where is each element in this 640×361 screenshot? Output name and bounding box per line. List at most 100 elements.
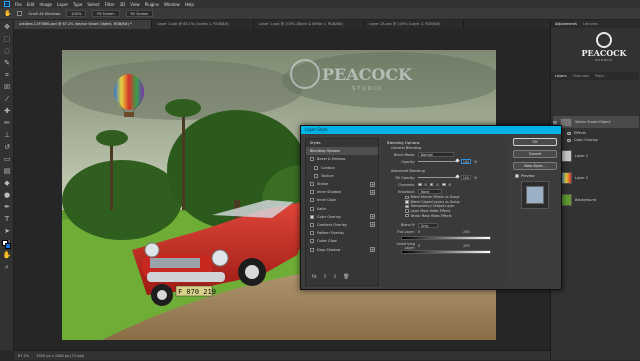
blend-if-select[interactable]: Gray [418, 222, 438, 228]
preview-toggle[interactable]: Preview [515, 174, 559, 178]
ok-button[interactable]: OK [513, 138, 557, 146]
layer-background[interactable]: Background [553, 192, 639, 208]
menu-image[interactable]: Image [39, 2, 52, 7]
blend-mode-select[interactable]: Normal [418, 152, 454, 157]
menu-3d[interactable]: 3D [120, 2, 126, 7]
add-gradient-overlay-icon[interactable]: + [370, 222, 375, 228]
quick-select-tool-icon[interactable]: ✎ [2, 58, 12, 68]
option-checkbox[interactable] [405, 204, 409, 209]
gradient-tool-icon[interactable]: ▤ [2, 166, 12, 176]
add-inner-shadow-icon[interactable]: + [370, 189, 375, 195]
option-checkbox[interactable] [405, 213, 409, 218]
zoom-100-button[interactable]: 100% [66, 10, 87, 17]
opacity-input[interactable]: 100 [461, 159, 471, 164]
style-checkbox[interactable] [310, 198, 314, 203]
underlying-layer-gradient-slider[interactable] [401, 249, 491, 254]
option-checkbox[interactable] [405, 209, 409, 213]
layer-vector-smart-object[interactable]: Vector Smart Object [553, 116, 639, 128]
style-blending-options[interactable]: Blending Options [306, 147, 378, 156]
style-checkbox[interactable] [310, 214, 314, 219]
status-zoom[interactable]: 67.2% [18, 354, 29, 358]
menu-plugins[interactable]: Plugins [145, 2, 159, 7]
menu-edit[interactable]: Edit [27, 2, 35, 7]
style-gradient-overlay[interactable]: Gradient Overlay + [306, 221, 378, 229]
layer-color-overlay[interactable]: Color Overlay [553, 138, 639, 142]
layer-2[interactable]: Layer 2 [553, 170, 639, 186]
style-inner-glow[interactable]: Inner Glow [306, 196, 378, 204]
style-drop-shadow[interactable]: Drop Shadow + [306, 245, 378, 253]
scroll-all-checkbox[interactable] [17, 11, 23, 16]
tab-document-1[interactable]: untitled-1197860.psd @ 67.2% (Vector Sma… [14, 20, 152, 29]
slider-handle[interactable] [455, 174, 460, 179]
fill-screen-button[interactable]: Fill Screen [125, 10, 154, 17]
tab-document-4[interactable]: Layer 23.psb @ 100% (Layer 2, RGB/8#) [364, 20, 464, 29]
menu-help[interactable]: Help [185, 2, 194, 7]
style-checkbox[interactable] [310, 239, 314, 244]
fill-opacity-input[interactable]: 100 [461, 175, 471, 180]
trash-icon[interactable]: 🗑 [343, 274, 349, 280]
slider-handle[interactable] [455, 158, 460, 163]
style-checkbox[interactable] [310, 231, 314, 236]
style-pattern-overlay[interactable]: Pattern Overlay [306, 229, 378, 237]
path-select-tool-icon[interactable]: ➤ [2, 226, 12, 236]
fill-opacity-slider[interactable] [418, 174, 460, 179]
style-checkbox[interactable] [310, 157, 314, 162]
hand-tool-icon[interactable]: ✋ [2, 250, 12, 260]
menu-window[interactable]: Window [164, 2, 180, 7]
frame-tool-icon[interactable]: ☒ [2, 82, 12, 92]
clone-stamp-tool-icon[interactable]: ⊥ [2, 130, 12, 140]
option-checkbox[interactable] [405, 200, 409, 204]
channel-r-checkbox[interactable] [418, 182, 422, 187]
layer-name[interactable]: Background [575, 198, 596, 202]
tab-layers[interactable]: Layers [555, 72, 567, 80]
preview-checkbox[interactable] [515, 174, 519, 178]
option-checkbox[interactable] [405, 195, 409, 200]
option-vector-mask-hides[interactable]: Vector Mask Hides Effects [405, 213, 507, 218]
style-outer-glow[interactable]: Outer Glow [306, 237, 378, 245]
style-color-overlay[interactable]: Color Overlay + [306, 213, 378, 221]
tab-channels[interactable]: Channels [573, 72, 589, 80]
tab-document-3[interactable]: Layer 1.psb @ 100% (Black & White 1, RGB… [254, 20, 364, 29]
move-up-icon[interactable]: ⇧ [323, 274, 327, 280]
menu-select[interactable]: Select [87, 2, 99, 7]
fit-screen-button[interactable]: Fit Screen [92, 10, 120, 17]
style-checkbox[interactable] [310, 247, 314, 252]
tab-document-2[interactable]: Layer 1.psb @ 85.1% (Levels 1, RGB/8#) [152, 20, 254, 29]
style-inner-shadow[interactable]: Inner Shadow + [306, 188, 378, 196]
add-stroke-icon[interactable]: + [370, 181, 375, 187]
pen-tool-icon[interactable]: ✒ [2, 202, 12, 212]
lasso-tool-icon[interactable]: ◌ [2, 46, 12, 56]
move-tool-icon[interactable]: ✥ [2, 22, 12, 32]
layer-name[interactable]: Layer 2 [575, 176, 588, 180]
brush-tool-icon[interactable]: ✏ [2, 118, 12, 128]
style-checkbox[interactable] [310, 206, 314, 211]
background-color-swatch[interactable] [5, 243, 11, 249]
layer-effects[interactable]: Effects [553, 131, 639, 135]
menu-filter[interactable]: Filter [105, 2, 115, 7]
healing-brush-tool-icon[interactable]: ✚ [2, 106, 12, 116]
style-checkbox[interactable] [314, 165, 318, 170]
type-tool-icon[interactable]: T [2, 214, 12, 224]
visibility-eye-icon[interactable] [553, 120, 557, 124]
layer-name[interactable]: Layer 1 [575, 154, 588, 158]
style-checkbox[interactable] [310, 182, 314, 187]
style-checkbox[interactable] [314, 173, 318, 178]
dodge-tool-icon[interactable]: ● [2, 190, 12, 200]
channel-b-checkbox[interactable] [442, 182, 446, 187]
history-brush-tool-icon[interactable]: ↺ [2, 142, 12, 152]
style-contour[interactable]: Contour [306, 164, 378, 172]
tab-paths[interactable]: Paths [595, 72, 605, 80]
add-drop-shadow-icon[interactable]: + [370, 247, 375, 253]
menu-file[interactable]: File [15, 2, 22, 7]
knockout-select[interactable]: None [418, 189, 442, 194]
eraser-tool-icon[interactable]: ▭ [2, 154, 12, 164]
new-style-button[interactable]: New Style... [513, 162, 557, 170]
style-texture[interactable]: Texture [306, 172, 378, 180]
style-satin[interactable]: Satin [306, 205, 378, 213]
crop-tool-icon[interactable]: ⌗ [2, 70, 12, 80]
tab-libraries[interactable]: Libraries [583, 20, 598, 28]
menu-view[interactable]: View [130, 2, 140, 7]
add-color-overlay-icon[interactable]: + [370, 214, 375, 220]
tab-adjustments[interactable]: Adjustments [555, 20, 577, 28]
channel-g-checkbox[interactable] [429, 182, 434, 187]
